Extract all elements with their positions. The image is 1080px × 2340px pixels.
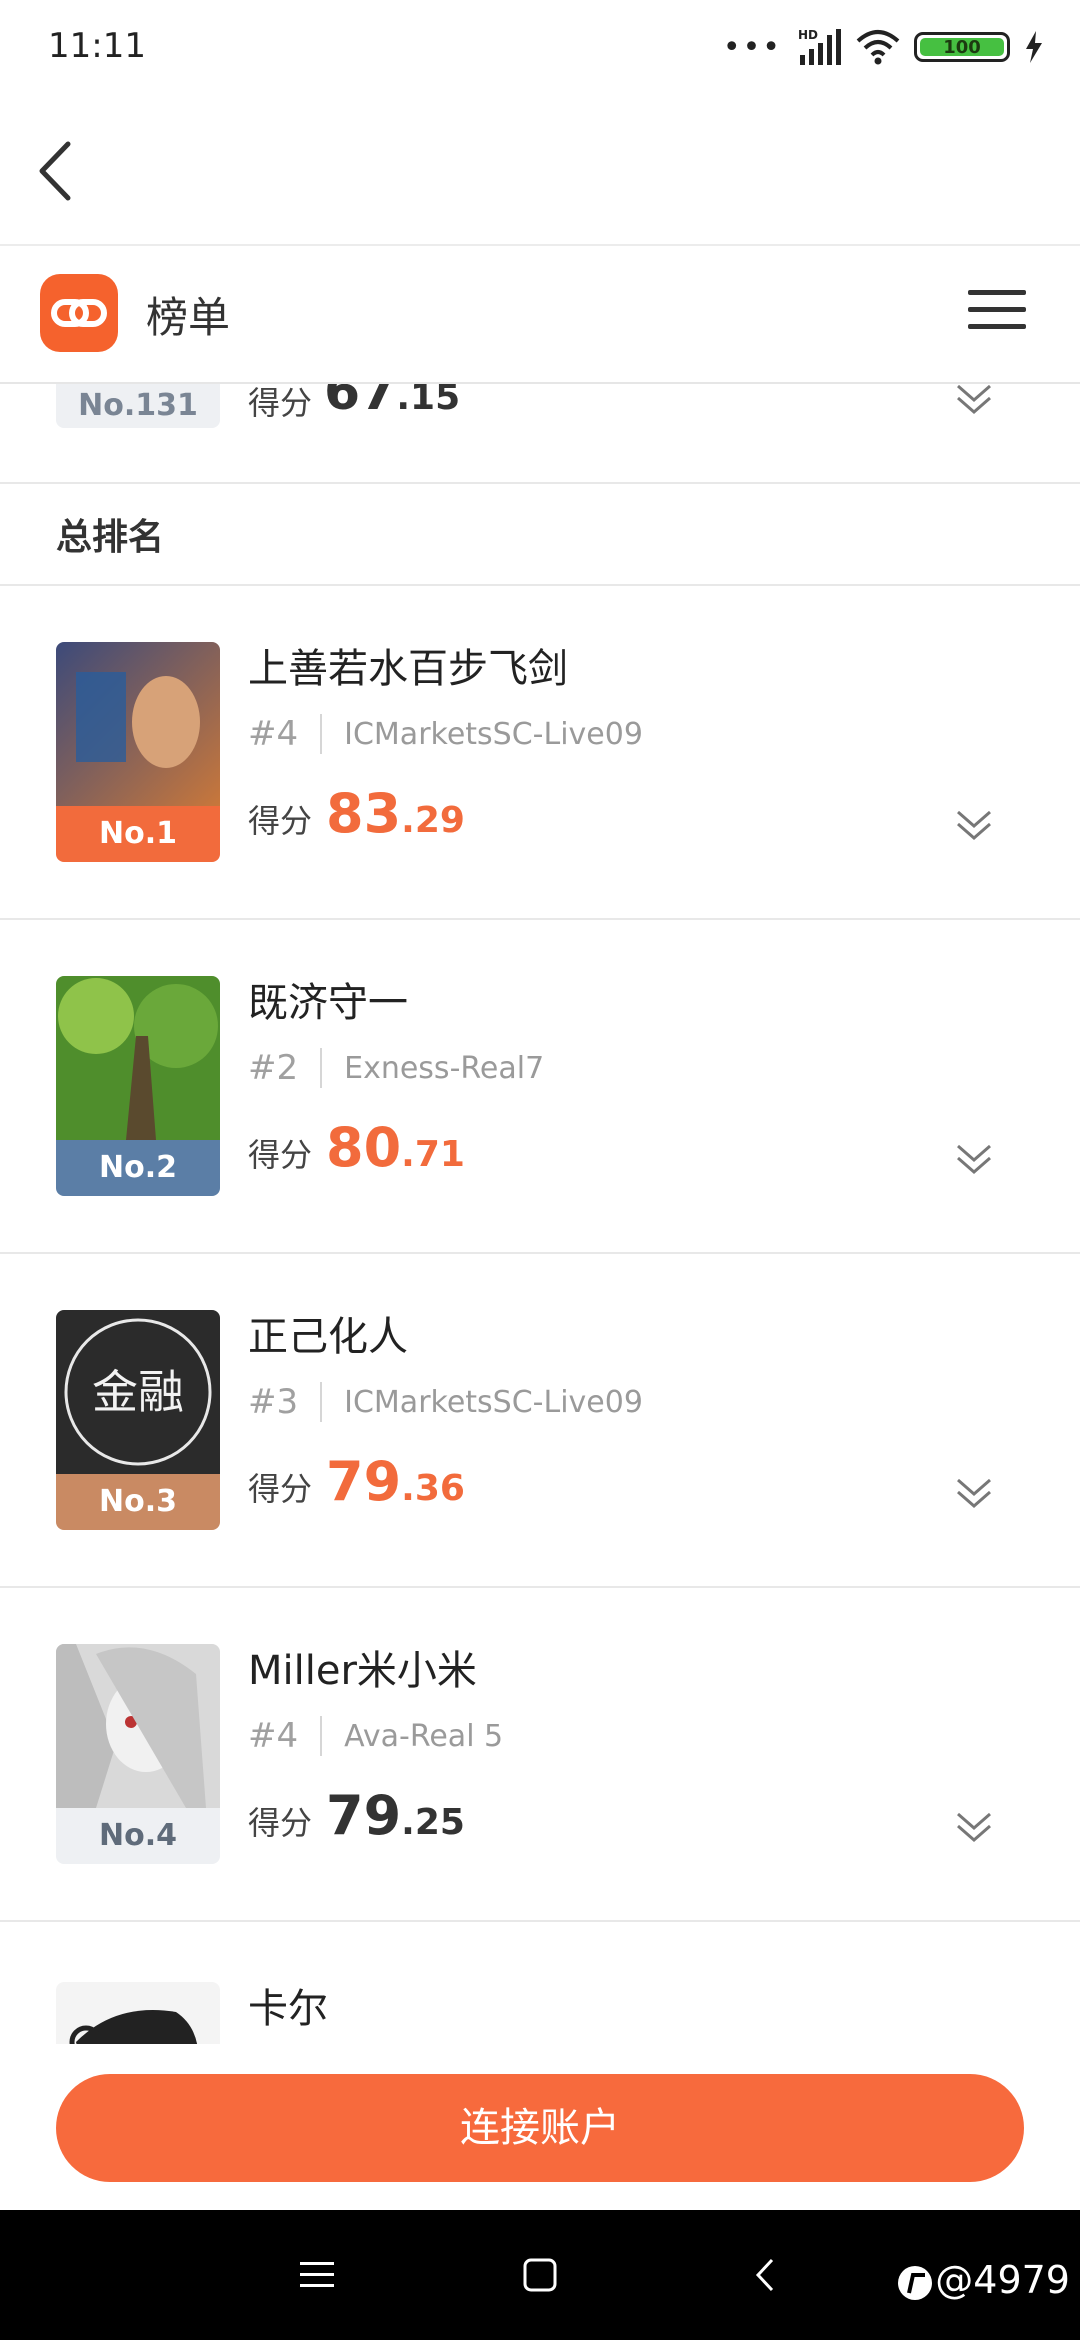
chevron-down-icon[interactable] bbox=[954, 1808, 994, 1848]
avatar: No.2 bbox=[56, 976, 220, 1196]
wifi-icon bbox=[856, 30, 900, 65]
chevron-down-icon[interactable] bbox=[954, 384, 994, 420]
chevron-down-icon[interactable] bbox=[954, 1140, 994, 1180]
score-label: 得分 bbox=[248, 384, 313, 422]
rank-tag: #3 bbox=[248, 1382, 299, 1422]
score-integer: 80 bbox=[326, 1116, 402, 1179]
bottom-action-bar: 连接账户 bbox=[0, 2044, 1080, 2210]
back-button[interactable] bbox=[30, 138, 90, 204]
app-bar: 榜单 bbox=[0, 246, 1080, 384]
status-bar: 11:11 ••• HD 100 bbox=[0, 0, 1080, 100]
server-name: ICMarketsSC-Live09 bbox=[344, 716, 643, 752]
list-item[interactable]: No.1 上善若水百步飞剑 #4 ICMarketsSC-Live09 得分 8… bbox=[0, 586, 1080, 920]
page-title: 榜单 bbox=[146, 293, 231, 342]
rank-tag: #4 bbox=[248, 1716, 299, 1756]
avatar-text: 金融 bbox=[92, 1365, 184, 1419]
my-rank-row[interactable]: No.131 得分 67.15 bbox=[0, 384, 1080, 484]
menu-button[interactable] bbox=[968, 290, 1026, 336]
connect-account-button[interactable]: 连接账户 bbox=[56, 2074, 1024, 2182]
player-name: 上善若水百步飞剑 bbox=[248, 646, 568, 692]
score-decimal: .25 bbox=[401, 1802, 465, 1843]
score: 得分 79 .25 bbox=[248, 1784, 465, 1847]
watermark-logo-icon bbox=[898, 2265, 933, 2300]
status-icons: ••• HD 100 bbox=[723, 24, 1044, 70]
rank-badge: No.131 bbox=[56, 384, 220, 428]
avatar-image bbox=[56, 976, 220, 1140]
server-name: Exness-Real7 bbox=[344, 1050, 545, 1086]
meta-line: #3 ICMarketsSC-Live09 bbox=[248, 1382, 643, 1422]
score-integer: 79 bbox=[326, 1784, 402, 1847]
meta-line: #4 Ava-Real 5 bbox=[248, 1716, 503, 1756]
rank-tag: #4 bbox=[248, 714, 299, 754]
score-integer: 83 bbox=[326, 782, 402, 845]
battery-level: 100 bbox=[920, 37, 1004, 58]
menu-line bbox=[968, 307, 1026, 312]
avatar-image bbox=[56, 642, 220, 806]
avatar-image bbox=[56, 1982, 220, 2044]
rank-badge: No.3 bbox=[56, 1474, 220, 1530]
list-item[interactable]: No.4 Miller米小米 #4 Ava-Real 5 得分 79 .25 bbox=[0, 1588, 1080, 1922]
score-label: 得分 bbox=[248, 802, 313, 840]
svg-text:HD: HD bbox=[798, 28, 818, 42]
divider bbox=[320, 1382, 323, 1422]
home-nav-icon[interactable] bbox=[515, 2250, 565, 2300]
link-logo-icon bbox=[51, 299, 107, 327]
divider bbox=[320, 714, 323, 754]
meta-line: #4 ICMarketsSC-Live09 bbox=[248, 714, 643, 754]
player-name: 既济守一 bbox=[248, 980, 408, 1026]
avatar-image bbox=[56, 1644, 220, 1808]
status-time: 11:11 bbox=[48, 26, 146, 66]
score-decimal: .36 bbox=[401, 1468, 465, 1509]
rank-badge: No.1 bbox=[56, 806, 220, 862]
app-logo bbox=[40, 274, 118, 352]
score-decimal: .71 bbox=[401, 1134, 465, 1175]
player-name: 正己化人 bbox=[248, 1314, 408, 1360]
menu-nav-icon[interactable] bbox=[292, 2250, 342, 2300]
watermark: @4979 bbox=[895, 2258, 1070, 2303]
avatar-image: 金融 bbox=[56, 1310, 220, 1474]
score: 得分 83 .29 bbox=[248, 782, 465, 845]
score-label: 得分 bbox=[248, 1804, 313, 1842]
charging-icon bbox=[1026, 31, 1042, 63]
avatar bbox=[56, 1982, 220, 2044]
chevron-down-icon[interactable] bbox=[954, 1474, 994, 1514]
player-name: 卡尔 bbox=[248, 1986, 328, 2032]
score-integer: 79 bbox=[326, 1450, 402, 1513]
battery-icon: 100 bbox=[914, 32, 1010, 62]
signal-icon: HD bbox=[798, 28, 841, 65]
section-title: 总排名 bbox=[56, 517, 165, 558]
section-header: 总排名 bbox=[0, 484, 1080, 586]
menu-line bbox=[968, 324, 1026, 329]
divider bbox=[320, 1048, 323, 1088]
score: 得分 80 .71 bbox=[248, 1116, 465, 1179]
list-item[interactable]: No.2 既济守一 #2 Exness-Real7 得分 80 .71 bbox=[0, 920, 1080, 1254]
server-name: Ava-Real 5 bbox=[344, 1718, 504, 1754]
server-name: ICMarketsSC-Live09 bbox=[344, 1384, 643, 1420]
rank-badge: No.4 bbox=[56, 1808, 220, 1864]
player-name: Miller米小米 bbox=[248, 1648, 477, 1694]
score-decimal: .29 bbox=[401, 800, 465, 841]
rank-badge: No.2 bbox=[56, 1140, 220, 1196]
top-nav bbox=[0, 100, 1080, 246]
watermark-text: @4979 bbox=[935, 2258, 1070, 2302]
divider bbox=[320, 1716, 323, 1756]
list-item[interactable]: 卡尔 bbox=[0, 1922, 1080, 2044]
menu-line bbox=[968, 290, 1026, 295]
avatar: 金融 No.3 bbox=[56, 1310, 220, 1530]
list-item[interactable]: 金融 No.3 正己化人 #3 ICMarketsSC-Live09 得分 79… bbox=[0, 1254, 1080, 1588]
avatar: No.4 bbox=[56, 1644, 220, 1864]
score: 得分 79 .36 bbox=[248, 1450, 465, 1513]
score-label: 得分 bbox=[248, 1136, 313, 1174]
avatar: No.1 bbox=[56, 642, 220, 862]
score-value: 67.15 bbox=[324, 384, 461, 422]
more-dots-icon: ••• bbox=[722, 29, 782, 65]
score-label: 得分 bbox=[248, 1470, 313, 1508]
chevron-down-icon[interactable] bbox=[954, 806, 994, 846]
back-nav-icon[interactable] bbox=[742, 2250, 792, 2300]
rank-tag: #2 bbox=[248, 1048, 299, 1088]
meta-line: #2 Exness-Real7 bbox=[248, 1048, 544, 1088]
